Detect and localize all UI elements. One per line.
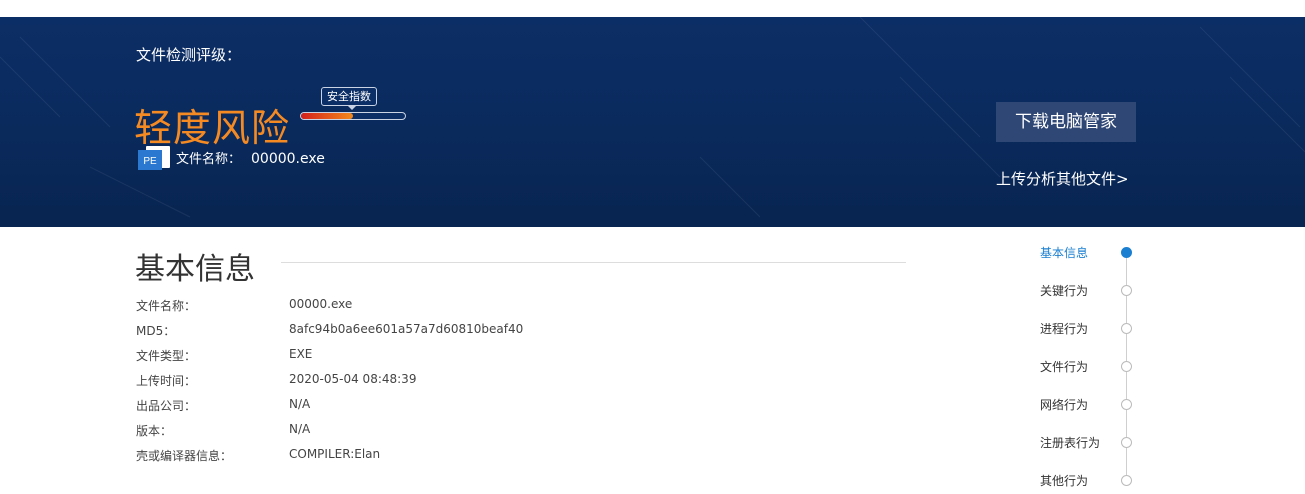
- side-nav-item[interactable]: 注册表行为: [1040, 434, 1100, 451]
- file-name-value: 00000.exe: [251, 151, 325, 167]
- info-value: N/A: [289, 422, 311, 436]
- info-key: 壳或编译器信息：: [136, 449, 233, 463]
- side-nav-dot[interactable]: [1121, 475, 1132, 486]
- side-nav-item[interactable]: 文件行为: [1040, 358, 1088, 375]
- side-nav-item[interactable]: 基本信息: [1040, 244, 1088, 261]
- info-value: N/A: [289, 397, 311, 411]
- side-nav-item[interactable]: 网络行为: [1040, 396, 1088, 413]
- file-name-line: 文件名称： 00000.exe: [176, 148, 325, 167]
- side-nav-dot[interactable]: [1121, 437, 1132, 448]
- info-value: EXE: [289, 347, 313, 361]
- side-nav-item[interactable]: 关键行为: [1040, 282, 1088, 299]
- info-value: 00000.exe: [289, 297, 353, 311]
- download-button[interactable]: 下载电脑管家: [996, 102, 1136, 142]
- pe-file-icon: PE: [138, 146, 170, 170]
- side-nav-item[interactable]: 进程行为: [1040, 320, 1088, 337]
- side-nav-dot[interactable]: [1121, 323, 1132, 334]
- risk-level: 轻度风险: [134, 106, 291, 150]
- side-nav-dot[interactable]: [1121, 247, 1132, 258]
- info-value: 8afc94b0a6ee601a57a7d60810beaf40: [289, 322, 524, 336]
- report-banner: 文件检测评级： 轻度风险 安全指数 PE 文件名称： 00000.exe 下载电脑…: [0, 17, 1305, 227]
- side-nav-dot[interactable]: [1121, 399, 1132, 410]
- info-key: 上传时间：: [136, 374, 197, 388]
- grade-label: 文件检测评级：: [136, 46, 242, 64]
- svg-text:PE: PE: [143, 156, 157, 167]
- section-title: 基本信息: [135, 252, 255, 287]
- info-key: MD5：: [136, 324, 176, 338]
- safety-index-fill: [301, 113, 353, 119]
- upload-other-file-link[interactable]: 上传分析其他文件>: [996, 168, 1129, 189]
- side-nav-item[interactable]: 其他行为: [1040, 472, 1088, 489]
- side-nav-dot[interactable]: [1121, 361, 1132, 372]
- safety-index-label: 安全指数: [321, 87, 377, 110]
- file-name-label: 文件名称：: [176, 152, 242, 167]
- info-key: 版本：: [136, 424, 173, 438]
- safety-index-bar: [300, 112, 406, 120]
- info-key: 文件名称：: [136, 299, 197, 313]
- side-nav: 基本信息关键行为进程行为文件行为网络行为注册表行为其他行为: [1040, 240, 1140, 494]
- info-key: 文件类型：: [136, 349, 197, 363]
- info-value: COMPILER:Elan: [289, 447, 381, 461]
- info-value: 2020-05-04 08:48:39: [289, 372, 417, 386]
- info-key: 出品公司：: [136, 399, 197, 413]
- side-nav-dot[interactable]: [1121, 285, 1132, 296]
- section-divider: [281, 262, 906, 263]
